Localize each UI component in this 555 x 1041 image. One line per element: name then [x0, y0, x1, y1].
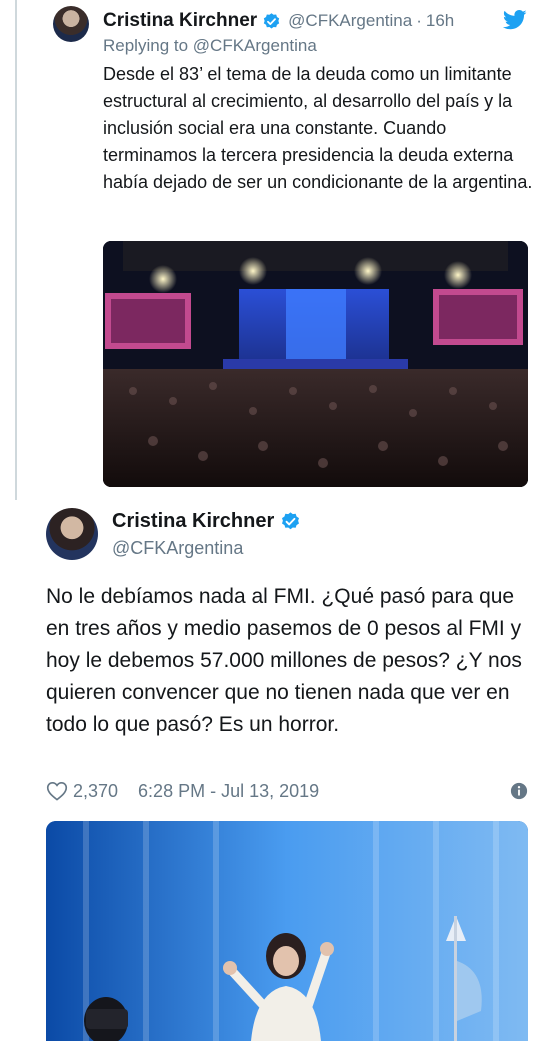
author-name[interactable]: Cristina Kirchner	[103, 10, 257, 32]
speaker-photo	[46, 821, 528, 1041]
reply-tweet-image[interactable]	[103, 241, 528, 487]
rally-stage-photo	[103, 241, 528, 487]
main-tweet-image[interactable]	[46, 821, 528, 1041]
verified-badge-icon	[263, 12, 280, 29]
tweet-time[interactable]: 16h	[426, 11, 454, 31]
main-tweet-name-row: Cristina Kirchner	[112, 510, 301, 533]
tweet-timestamp[interactable]: 6:28 PM - Jul 13, 2019	[138, 781, 319, 802]
replying-to-label: Replying to	[103, 36, 189, 55]
replying-to-line: Replying to @CFKArgentina	[103, 36, 317, 56]
reply-tweet[interactable]: Cristina Kirchner @CFKArgentina · 16h Re…	[0, 0, 555, 500]
reply-tweet-header: Cristina Kirchner @CFKArgentina · 16h	[103, 7, 454, 35]
author-handle[interactable]: @CFKArgentina	[112, 538, 243, 559]
separator-dot: ·	[416, 11, 422, 30]
author-handle[interactable]: @CFKArgentina	[288, 11, 412, 31]
verified-badge-icon	[282, 512, 300, 530]
twitter-bird-icon[interactable]	[503, 9, 527, 31]
tweet-meta-row: 2,370 6:28 PM - Jul 13, 2019	[46, 778, 528, 804]
reply-tweet-text: Desde el 83’ el tema de la deuda como un…	[103, 64, 533, 192]
like-count[interactable]: 2,370	[73, 781, 118, 802]
avatar[interactable]	[46, 508, 98, 560]
main-tweet-text: No le debíamos nada al FMI. ¿Qué pasó pa…	[46, 585, 522, 736]
info-icon[interactable]	[510, 782, 528, 800]
main-tweet[interactable]: Cristina Kirchner @CFKArgentina No le de…	[0, 500, 555, 1041]
avatar[interactable]	[53, 6, 89, 42]
replying-to-handle[interactable]: @CFKArgentina	[193, 36, 317, 55]
heart-icon[interactable]	[46, 781, 68, 801]
author-name[interactable]: Cristina Kirchner	[112, 510, 274, 533]
